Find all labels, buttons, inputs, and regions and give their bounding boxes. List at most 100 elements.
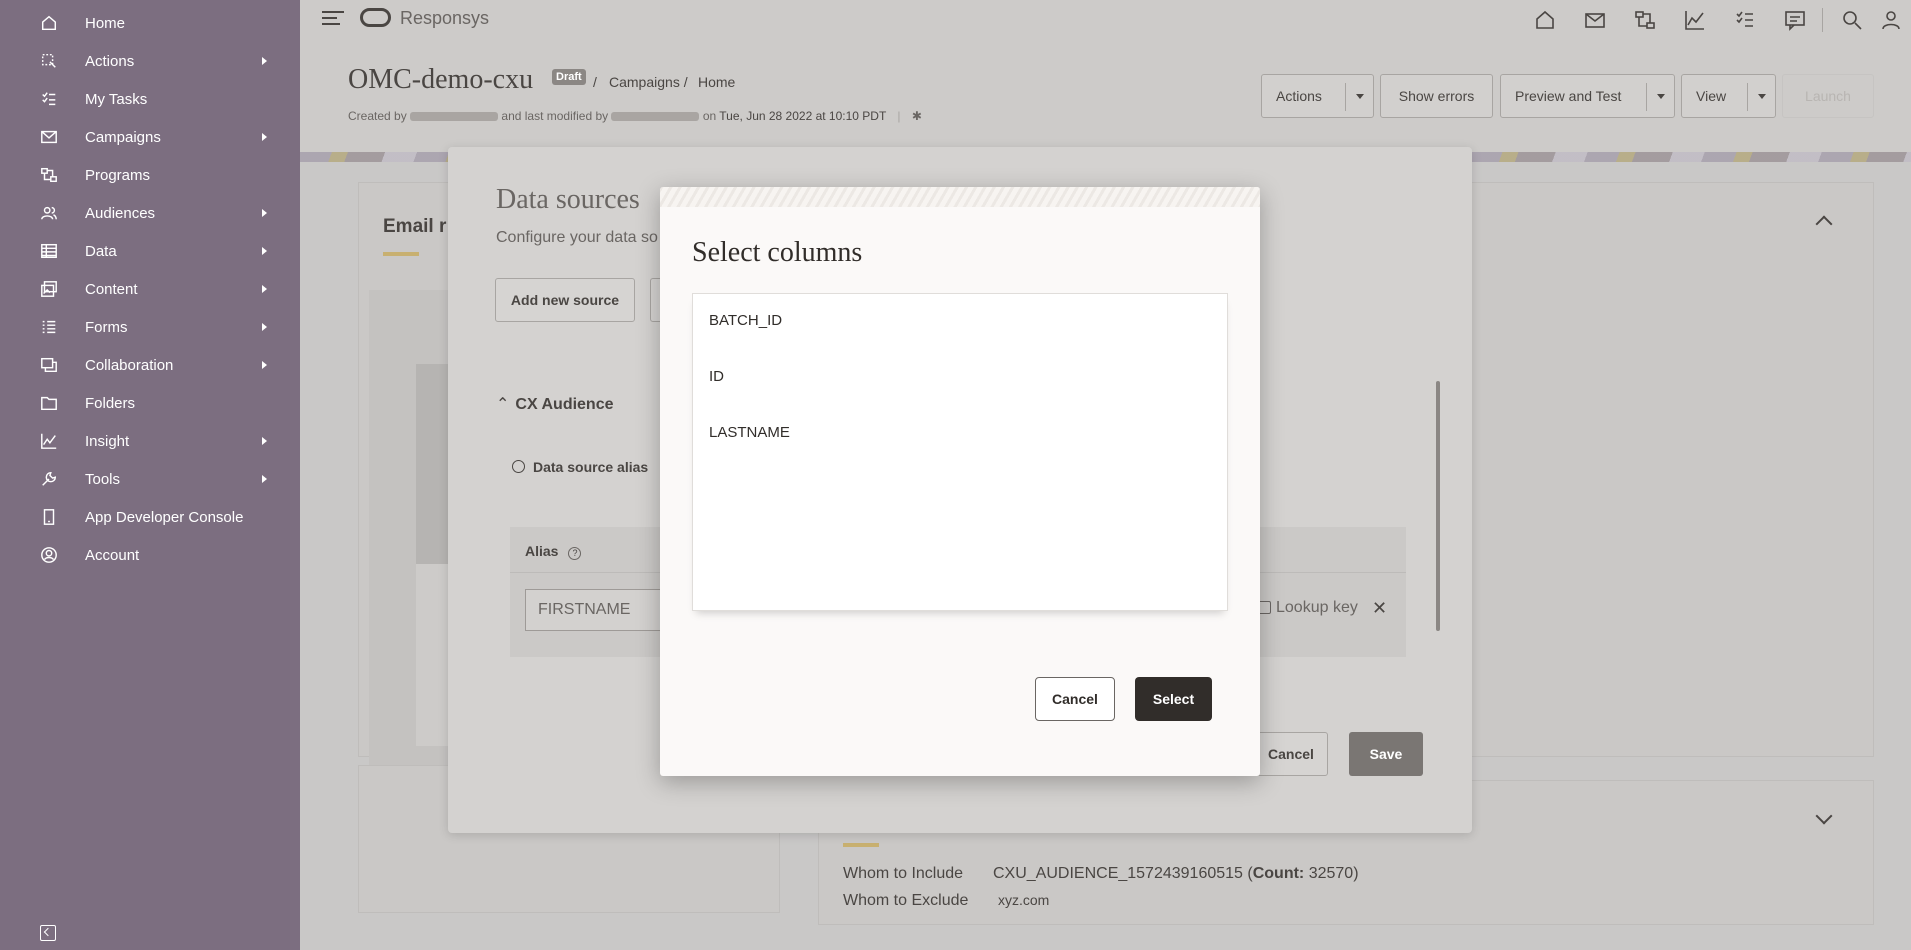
whom-exclude-value: xyz.com [998, 892, 1050, 908]
sidebar-item-label: My Tasks [85, 90, 148, 108]
chevron-right-icon [262, 285, 267, 293]
chevron-right-icon [262, 247, 267, 255]
sidebar-item-label: Campaigns [85, 128, 161, 146]
audiences-icon [39, 203, 59, 223]
chevron-down-icon[interactable] [1646, 83, 1674, 111]
redacted-user [410, 112, 499, 122]
forms-icon [39, 317, 59, 337]
home-icon [39, 13, 59, 33]
sidebar-item-audiences[interactable]: Audiences [0, 194, 300, 232]
folder-icon [39, 393, 59, 413]
programs-icon[interactable] [1633, 8, 1657, 32]
preview-and-test-button[interactable]: Preview and Test [1500, 74, 1675, 118]
breadcrumb-home[interactable]: Home [698, 74, 735, 90]
user-icon[interactable] [1879, 8, 1903, 32]
programs-icon [39, 165, 59, 185]
add-new-source-button[interactable]: Add new source [495, 278, 635, 322]
brand-name: Responsys [400, 8, 490, 28]
page-title: OMC-demo-cxu [348, 64, 534, 95]
collaboration-icon [39, 355, 59, 375]
accent-underline [383, 252, 419, 256]
list-item[interactable]: ID [709, 368, 724, 385]
data-sources-title: Data sources [496, 184, 640, 215]
sidebar-item-label: Actions [85, 52, 135, 70]
dialog-title: Select columns [692, 237, 863, 268]
dialog-pattern-header [660, 187, 1260, 207]
breadcrumb-campaigns[interactable]: Campaigns / [609, 74, 688, 90]
hamburger-menu-icon[interactable] [322, 11, 344, 27]
collaboration-icon[interactable] [1783, 8, 1807, 32]
account-icon [39, 545, 59, 565]
sidebar-item-collaboration[interactable]: Collaboration [0, 346, 300, 384]
sidebar-item-label: Tools [85, 470, 121, 488]
sidebar-item-forms[interactable]: Forms [0, 308, 300, 346]
data-icon [39, 241, 59, 261]
whom-exclude-label: Whom to Exclude [843, 892, 969, 909]
device-icon [39, 507, 59, 527]
cx-audience-section[interactable]: ⌃ CX Audience [496, 394, 614, 414]
sidebar-item-data[interactable]: Data [0, 232, 300, 270]
data-sources-subtitle: Configure your data so [496, 229, 658, 246]
tasks-icon[interactable] [1733, 8, 1757, 32]
sidebar-item-app-developer-console[interactable]: App Developer Console [0, 498, 300, 536]
select-button[interactable]: Select [1135, 677, 1212, 721]
sidebar-item-label: Content [85, 280, 138, 298]
insight-icon [39, 431, 59, 451]
chevron-right-icon [262, 57, 267, 65]
sidebar-item-label: Audiences [85, 204, 156, 222]
actions-menu-button[interactable]: Actions [1261, 74, 1374, 118]
data-source-alias-toggle[interactable]: Data source alias [512, 459, 648, 475]
chevron-right-icon [262, 437, 267, 445]
data-sources-cancel-button[interactable]: Cancel [1254, 732, 1328, 776]
accent-underline [843, 843, 879, 847]
list-item[interactable]: LASTNAME [709, 424, 790, 441]
whom-include-value: CXU_AUDIENCE_1572439160515 (Count: 32570… [993, 865, 1359, 882]
alias-input[interactable]: FIRSTNAME [525, 589, 665, 631]
chevron-down-icon[interactable] [1747, 83, 1775, 111]
launch-button[interactable]: Launch [1782, 74, 1874, 118]
search-icon[interactable] [1840, 8, 1864, 32]
lookup-key-label: Lookup key [1276, 599, 1358, 616]
chevron-right-icon [262, 133, 267, 141]
toolbar-divider [1822, 8, 1823, 32]
sidebar-item-campaigns[interactable]: Campaigns [0, 118, 300, 156]
sidebar-item-folders[interactable]: Folders [0, 384, 300, 422]
sidebar-item-programs[interactable]: Programs [0, 156, 300, 194]
sidebar-item-label: Home [85, 14, 126, 32]
sidebar-item-account[interactable]: Account [0, 536, 300, 574]
sidebar-item-label: Programs [85, 166, 151, 184]
sidebar-item-label: App Developer Console [85, 508, 244, 526]
collapse-sidebar-icon[interactable] [40, 925, 56, 941]
tasks-icon [39, 89, 59, 109]
sidebar-item-actions[interactable]: Actions [0, 42, 300, 80]
settings-icon[interactable]: ✱ [912, 109, 922, 123]
cancel-button[interactable]: Cancel [1035, 677, 1115, 721]
email-card-title: Email r [383, 216, 447, 237]
sidebar-item-label: Forms [85, 318, 128, 336]
sidebar-item-tools[interactable]: Tools [0, 460, 300, 498]
select-columns-dialog: Select columns BATCH_ID ID LASTNAME Canc… [660, 187, 1260, 776]
redacted-user [611, 112, 700, 122]
sidebar-item-my-tasks[interactable]: My Tasks [0, 80, 300, 118]
view-menu-button[interactable]: View [1681, 74, 1776, 118]
collapse-circle-icon [512, 460, 525, 473]
chevron-down-icon[interactable] [1345, 83, 1373, 111]
wrench-icon [39, 469, 59, 489]
insight-icon[interactable] [1683, 8, 1707, 32]
sidebar-item-insight[interactable]: Insight [0, 422, 300, 460]
sidebar-item-content[interactable]: Content [0, 270, 300, 308]
mail-icon [39, 127, 59, 147]
mail-icon[interactable] [1583, 8, 1607, 32]
list-item[interactable]: BATCH_ID [709, 312, 782, 329]
oracle-logo-icon [360, 8, 391, 27]
help-icon[interactable]: ? [568, 547, 582, 560]
show-errors-button[interactable]: Show errors [1380, 74, 1493, 118]
scrollbar[interactable] [1436, 381, 1440, 631]
home-icon[interactable] [1533, 8, 1557, 32]
sidebar-item-label: Folders [85, 394, 136, 412]
remove-row-icon[interactable]: ✕ [1372, 598, 1387, 619]
breadcrumb-separator: / [593, 74, 597, 90]
sidebar-item-home[interactable]: Home [0, 4, 300, 42]
column-list[interactable]: BATCH_ID ID LASTNAME [692, 293, 1228, 611]
data-sources-save-button[interactable]: Save [1349, 732, 1423, 776]
